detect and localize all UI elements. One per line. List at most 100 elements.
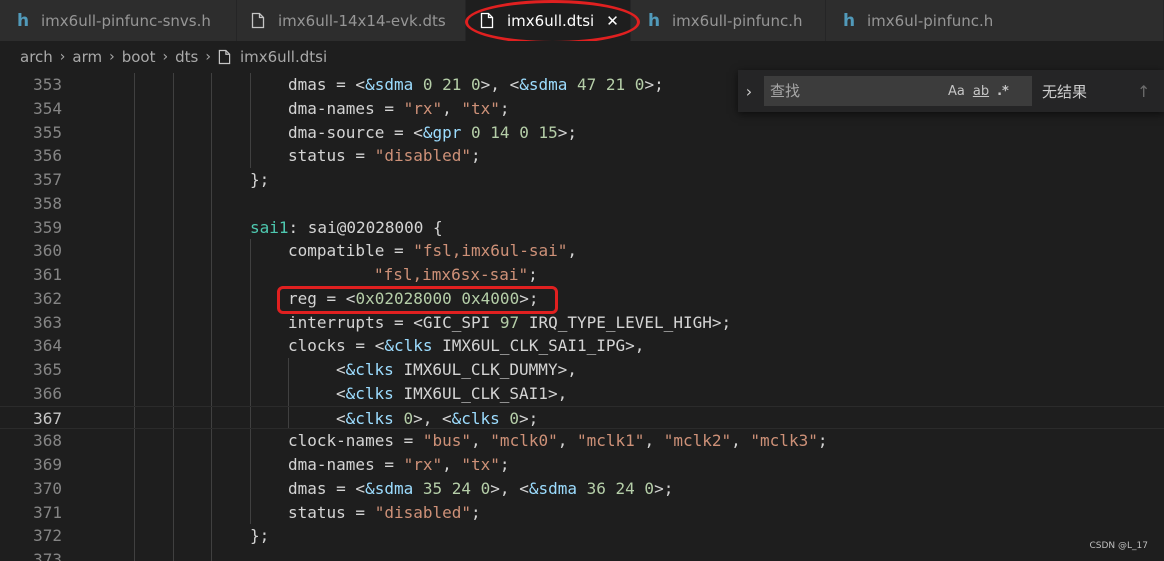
breadcrumb-item[interactable]: dts: [175, 48, 198, 66]
find-widget: › Aa ab .* 无结果 ↑: [738, 70, 1164, 112]
line-number: 367: [33, 408, 62, 428]
code-text: "fsl,imx6sx-sai";: [374, 263, 538, 287]
code-text: dma-source = <&gpr 0 14 0 15>;: [288, 121, 577, 145]
code-token: <: [336, 383, 346, 403]
code-line[interactable]: 358: [0, 191, 1164, 216]
indent-guide: [134, 358, 135, 382]
indent-guide: [211, 429, 212, 453]
document-icon: [480, 12, 498, 29]
tab-imx6ull-pinfunc-snvs-h[interactable]: h imx6ull-pinfunc-snvs.h: [0, 0, 237, 41]
close-icon[interactable]: ✕: [606, 12, 619, 30]
line-number: 355: [33, 122, 62, 142]
indent-guide: [173, 381, 174, 406]
tab-imx6ull-pinfunc-h[interactable]: h imx6ull-pinfunc.h: [631, 0, 826, 41]
code-token: "tx": [461, 455, 500, 474]
code-token: "rx": [403, 98, 443, 118]
code-token: 0: [499, 408, 520, 428]
code-line[interactable]: 363 interrupts = <GIC_SPI 97 IRQ_TYPE_LEV…: [0, 310, 1164, 335]
indent-guide: [211, 500, 212, 525]
code-token: ;: [499, 455, 510, 474]
chevron-right-icon: ›: [205, 48, 211, 65]
code-token: compatible =: [288, 241, 414, 261]
breadcrumb-item[interactable]: arm: [72, 48, 102, 66]
code-line[interactable]: 372};: [0, 524, 1164, 548]
line-number: 362: [33, 288, 62, 308]
breadcrumb-file[interactable]: imx6ull.dtsi: [218, 48, 327, 66]
code-token: IMX6UL_CLK_DUMMY>,: [393, 360, 577, 379]
indent-guide: [173, 453, 174, 477]
code-token: ,: [731, 431, 751, 451]
code-token: <: [336, 408, 346, 428]
code-line[interactable]: 367 <&clks 0>, <&clks 0>;: [0, 405, 1164, 431]
code-token: >;: [557, 122, 577, 142]
indent-guide: [250, 429, 251, 453]
code-token: &sdma: [528, 478, 577, 498]
code-text: status = "disabled";: [288, 144, 481, 168]
code-text: <&clks 0>, <&clks 0>;: [336, 407, 538, 431]
breadcrumb-item[interactable]: boot: [122, 48, 156, 66]
code-token: dma-source = <: [288, 122, 423, 142]
line-number: 354: [33, 98, 62, 118]
code-line[interactable]: 362 reg = <0x02028000 0x4000>;: [0, 286, 1164, 311]
indent-guide: [211, 334, 212, 358]
code-editor[interactable]: 353 dmas = <&sdma 0 21 0>, <&sdma 47 21 0…: [0, 72, 1164, 561]
code-line[interactable]: 373: [0, 548, 1164, 561]
code-token: >, <: [490, 478, 529, 498]
line-number: 356: [33, 146, 62, 166]
code-token: IRQ_TYPE_LEVEL_HIGH>;: [519, 312, 732, 332]
indent-guide: [211, 263, 212, 287]
code-token: &sdma: [519, 75, 568, 94]
indent-guide: [250, 500, 251, 525]
watermark: CSDN @L_17: [1089, 541, 1149, 551]
code-line[interactable]: 370 dmas = <&sdma 35 24 0>, <&sdma 36 24 …: [0, 476, 1164, 501]
indent-guide: [173, 310, 174, 335]
code-line[interactable]: 356 status = "disabled";: [0, 144, 1164, 168]
code-token: ;: [471, 146, 481, 166]
code-text: clocks = <&clks IMX6UL_CLK_SAI1_IPG>,: [288, 334, 644, 358]
match-case-icon[interactable]: Aa: [948, 84, 965, 99]
regex-icon[interactable]: .*: [997, 84, 1009, 99]
line-number: 365: [33, 360, 62, 379]
code-token: ,: [557, 431, 577, 451]
code-token: 0 14 0 15: [461, 122, 558, 142]
whole-word-icon[interactable]: ab: [973, 84, 989, 99]
indent-guide: [250, 263, 251, 287]
code-line[interactable]: 365 <&clks IMX6UL_CLK_DUMMY>,: [0, 358, 1164, 382]
code-line[interactable]: 371 status = "disabled";: [0, 500, 1164, 525]
line-number: 360: [33, 241, 62, 261]
code-line[interactable]: 357};: [0, 168, 1164, 192]
code-text: status = "disabled";: [288, 501, 481, 525]
code-token: dmas = <: [288, 75, 366, 94]
code-line[interactable]: 355 dma-source = <&gpr 0 14 0 15>;: [0, 120, 1164, 145]
arrow-up-icon[interactable]: ↑: [1137, 82, 1150, 101]
code-text: dmas = <&sdma 0 21 0>, <&sdma 47 21 0>;: [288, 73, 664, 97]
code-text: dma-names = "rx", "tx";: [288, 453, 510, 477]
find-input-box[interactable]: Aa ab .*: [764, 76, 1032, 106]
chevron-right-icon: ›: [109, 48, 115, 65]
code-token: &clks: [451, 408, 500, 428]
indent-guide: [134, 73, 135, 97]
line-number: 359: [33, 217, 62, 237]
indent-guide: [173, 548, 174, 561]
tab-imx6ull-dtsi[interactable]: imx6ull.dtsi ✕: [466, 0, 631, 41]
breadcrumb-item[interactable]: arch: [20, 48, 53, 66]
code-line[interactable]: 366 <&clks IMX6UL_CLK_SAI1>,: [0, 381, 1164, 406]
code-line[interactable]: 364 clocks = <&clks IMX6UL_CLK_SAI1_IPG>,: [0, 334, 1164, 358]
code-token: ,: [471, 431, 491, 451]
indent-guide: [134, 96, 135, 121]
find-input[interactable]: [770, 82, 940, 100]
line-number: 370: [33, 478, 62, 498]
code-line[interactable]: 359 sai1: sai@02028000 {: [0, 215, 1164, 240]
tab-label: imx6ul-pinfunc.h: [867, 11, 994, 30]
code-line[interactable]: 360 compatible = "fsl,imx6ul-sai",: [0, 239, 1164, 263]
code-line[interactable]: 368 clock-names = "bus", "mclk0", "mclk1"…: [0, 429, 1164, 453]
code-line[interactable]: 369 dma-names = "rx", "tx";: [0, 453, 1164, 477]
code-line[interactable]: 361 "fsl,imx6sx-sai";: [0, 263, 1164, 287]
code-token: "disabled": [374, 502, 472, 522]
tab-imx6ull-14x14-evk-dts[interactable]: imx6ull-14x14-evk.dts: [237, 0, 466, 41]
code-token: 0 21 0: [413, 75, 481, 94]
code-token: ;: [817, 431, 828, 451]
expand-replace-icon[interactable]: ›: [738, 82, 760, 101]
code-token: "disabled": [374, 146, 472, 166]
tab-imx6ul-pinfunc-h[interactable]: h imx6ul-pinfunc.h: [826, 0, 1164, 41]
